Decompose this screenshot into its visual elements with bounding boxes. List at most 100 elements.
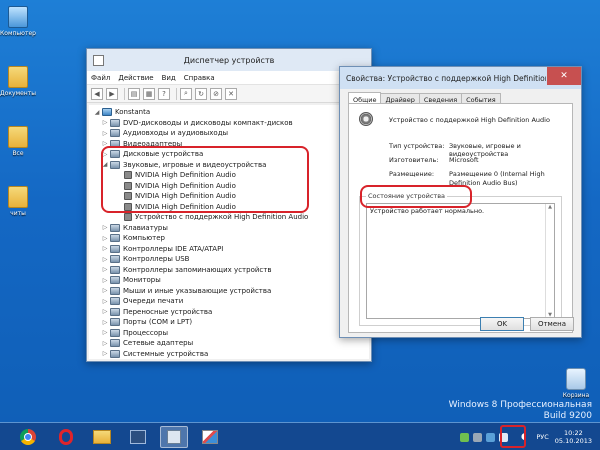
system-tray: ◖ РУС 10:22 05.10.2013 [458,423,600,450]
tree-node-label: Порты (COM и LPT) [123,318,193,327]
device-manager-titlebar[interactable]: Диспетчер устройств [87,49,371,71]
tree-device[interactable]: Устройство с поддержкой High Definition … [89,212,369,223]
menu-help[interactable]: Справка [184,74,215,82]
desktop-icon-all[interactable]: Все [0,126,36,157]
properties-icon[interactable]: ▦ [143,87,155,100]
manufacturer-value: Microsoft [449,156,479,164]
tray-icon[interactable] [460,432,470,442]
expand-icon[interactable]: ▷ [101,277,109,284]
close-icon[interactable]: ✕ [547,67,581,85]
forward-icon[interactable]: ▶ [106,87,118,100]
device-category-icon [110,118,120,127]
expand-icon[interactable]: ▷ [101,224,109,231]
menu-file[interactable]: Файл [91,74,110,82]
folder-icon [8,66,28,88]
tree-category[interactable]: ▷ Контроллеры запоминающих устройств [89,265,369,276]
tray-icon[interactable] [486,432,496,442]
taskbar-chrome[interactable] [14,426,42,448]
tree-category[interactable]: ▷ Компьютер [89,233,369,244]
tree-node-label: Устройство с поддержкой High Definition … [135,213,309,222]
desktop-icon-label: читы [10,210,26,217]
expand-icon[interactable]: ▷ [101,235,109,242]
expand-icon[interactable]: ▷ [101,266,109,273]
tree-category[interactable]: ▷ Аудиовходы и аудиовыходы [89,128,369,139]
taskbar-app[interactable] [124,426,152,448]
expand-icon[interactable]: ▷ [101,287,109,294]
tree-category[interactable]: ▷ Мыши и иные указывающие устройства [89,286,369,297]
tree-category[interactable]: ▷ Мониторы [89,275,369,286]
opera-icon [59,429,73,445]
help-icon[interactable]: ? [158,87,170,100]
uninstall-device-icon[interactable]: ✕ [225,87,237,100]
device-status-box[interactable]: Устройство работает нормально. ▲ ▼ [366,203,555,319]
tree-node-label: Контроллеры запоминающих устройств [123,265,272,274]
tray-icon[interactable] [473,432,483,442]
computer-icon [102,108,112,117]
expand-icon[interactable]: ▷ [101,329,109,336]
desktop-icon-label: Корзина [562,392,590,399]
menu-view[interactable]: Вид [162,74,176,82]
desktop-icon-documents[interactable]: Документы [0,66,36,97]
language-indicator[interactable]: РУС [536,433,548,441]
expand-icon[interactable]: ▷ [101,119,109,126]
status-scrollbar[interactable]: ▲ ▼ [545,204,554,318]
back-icon[interactable]: ◀ [91,87,103,100]
expand-icon[interactable]: ▷ [101,130,109,137]
taskbar-explorer[interactable] [88,426,116,448]
clock[interactable]: 10:22 05.10.2013 [555,429,592,445]
expand-icon[interactable]: ▷ [101,350,109,357]
folder-icon [8,186,28,208]
menu-action[interactable]: Действие [118,74,153,82]
tree-root[interactable]: ◢ Konstanta [89,107,369,118]
tree-category[interactable]: ▷ Сетевые адаптеры [89,338,369,349]
disable-device-icon[interactable]: ⊘ [210,87,222,100]
device-name: Устройство с поддержкой High Definition … [389,116,550,124]
device-status-text: Устройство работает нормально. [370,207,485,215]
device-category-icon [110,265,120,274]
tree-category[interactable]: ▷ Порты (COM и LPT) [89,317,369,328]
cancel-button[interactable]: Отмена [530,317,574,331]
expand-icon[interactable]: ▷ [101,340,109,347]
expand-icon[interactable]: ▷ [101,308,109,315]
device-tree[interactable]: ◢ Konstanta ▷ DVD-дисководы и дисководы ком… [89,105,369,359]
tree-category[interactable]: ▷ Переносные устройства [89,307,369,318]
expand-icon[interactable]: ▷ [101,256,109,263]
show-hide-tree-icon[interactable]: ▤ [128,87,140,100]
tree-category[interactable]: ▷ Очереди печати [89,296,369,307]
device-manager-icon [167,430,181,444]
taskbar-device-manager[interactable] [160,426,188,448]
taskbar-paint[interactable] [196,426,224,448]
desktop-icon-cheats[interactable]: читы [0,186,36,217]
tree-category[interactable]: ▷ Контроллеры IDE ATA/ATAPI [89,244,369,255]
tree-category[interactable]: ▷ Процессоры [89,328,369,339]
scroll-up-icon[interactable]: ▲ [548,204,552,210]
app-icon [130,430,146,444]
tree-category[interactable]: ▷ Системные устройства [89,349,369,360]
paint-icon [202,430,218,444]
tree-node-label: Контроллеры IDE ATA/ATAPI [123,244,224,253]
tree-node-label: Konstanta [115,108,151,117]
tree-category[interactable]: ▷ DVD-дисководы и дисководы компакт-диско… [89,118,369,129]
scan-hardware-icon[interactable]: ⌕ [180,87,192,100]
expand-icon[interactable]: ▷ [101,245,109,252]
update-driver-icon[interactable]: ↻ [195,87,207,100]
tree-node-label: Очереди печати [123,297,184,306]
windows-watermark: Windows 8 Профессиональная Build 9200 [449,400,592,422]
tree-category[interactable]: ▷ Контроллеры USB [89,254,369,265]
collapse-icon[interactable]: ◢ [93,109,101,116]
expand-icon[interactable]: ▷ [101,319,109,326]
expand-icon[interactable]: ▷ [101,298,109,305]
general-tab-panel: Устройство с поддержкой High Definition … [348,103,573,333]
desktop-icon-recycle-bin[interactable]: Корзина [558,368,594,399]
device-category-icon [110,328,120,337]
device-category-icon [110,307,120,316]
tree-category[interactable]: ▷ Клавиатуры [89,223,369,234]
device-category-icon [110,234,120,243]
taskbar-opera[interactable] [52,426,80,448]
folder-icon [8,126,28,148]
device-category-icon [110,318,120,327]
desktop-icon-computer[interactable]: Компьютер [0,6,36,37]
ok-button[interactable]: OK [480,317,524,331]
properties-titlebar[interactable]: Свойства: Устройство с поддержкой High D… [340,67,581,89]
device-category-icon [110,129,120,138]
